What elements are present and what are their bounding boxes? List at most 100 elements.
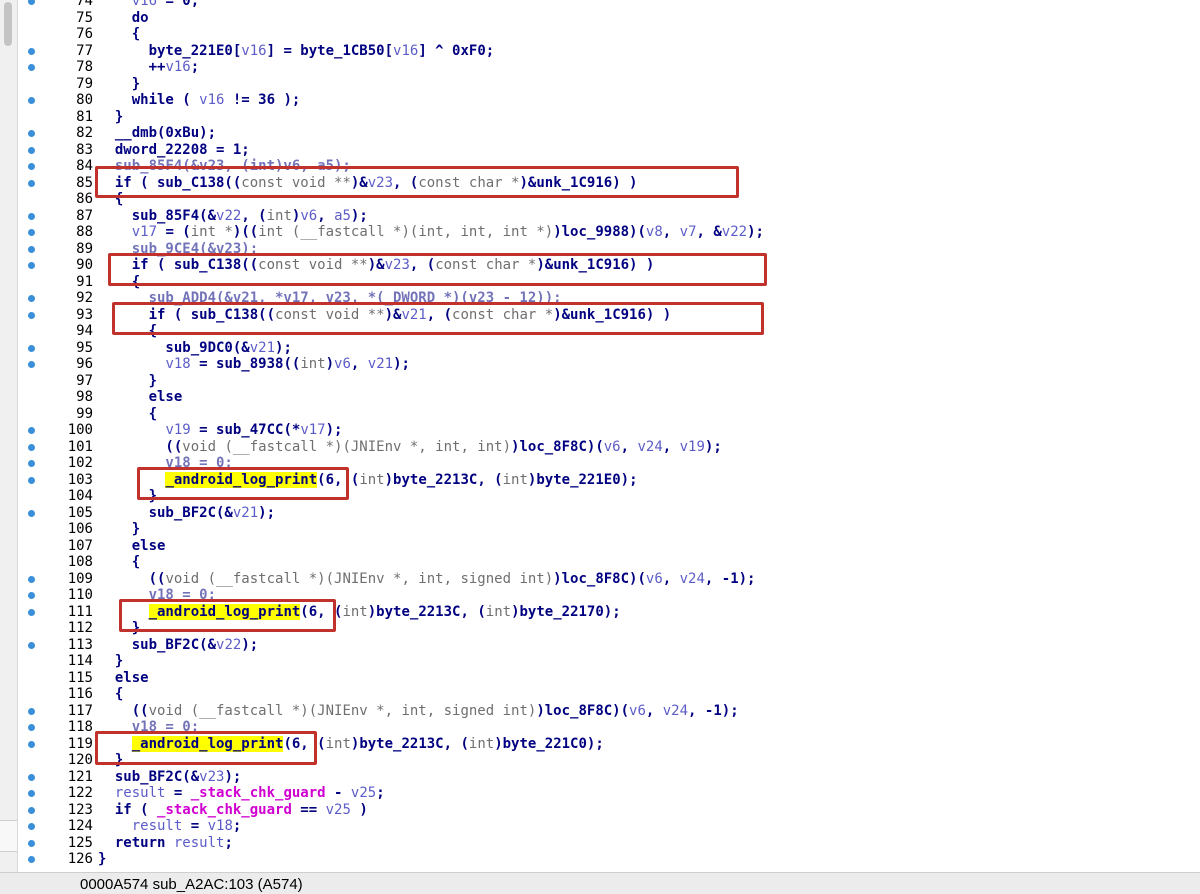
code-line[interactable]: 90 if ( sub_C138((const void **)&v23, (c… <box>18 257 1200 274</box>
code-text: sub_9CE4(&v23); <box>98 241 258 258</box>
breakpoint-dot-icon[interactable] <box>28 295 35 302</box>
breakpoint-dot-icon[interactable] <box>28 707 35 715</box>
code-line[interactable]: 110 v18 = 0; <box>18 587 1200 604</box>
code-line[interactable]: 89 sub_9CE4(&v23); <box>18 241 1200 258</box>
code-line[interactable]: 79 } <box>18 76 1200 93</box>
code-line[interactable]: 98 else <box>18 389 1200 406</box>
code-line[interactable]: 115 else <box>18 670 1200 687</box>
code-line[interactable]: 106 } <box>18 521 1200 538</box>
code-line[interactable]: 122 result = _stack_chk_guard - v25; <box>18 785 1200 802</box>
breakpoint-dot-icon[interactable] <box>28 262 35 269</box>
breakpoint-dot-icon[interactable] <box>28 509 35 517</box>
code-token: ); <box>393 356 410 372</box>
code-line[interactable]: 91 { <box>18 274 1200 291</box>
pseudocode-view[interactable]: 74 v16 = 0; 75 do 76 {77 byte_221E0[v16] =… <box>18 0 1200 868</box>
breakpoint-dot-icon[interactable] <box>28 163 35 170</box>
breakpoint-dot-icon[interactable] <box>28 839 35 847</box>
code-line[interactable]: 118 v18 = 0; <box>18 719 1200 736</box>
breakpoint-dot-icon[interactable] <box>28 212 35 220</box>
breakpoint-dot-icon[interactable] <box>28 443 35 451</box>
code-line[interactable]: 75 do <box>18 10 1200 27</box>
breakpoint-dot-icon[interactable] <box>28 608 35 616</box>
breakpoint-dot-icon[interactable] <box>28 47 35 55</box>
code-token: int <box>502 471 528 488</box>
code-line[interactable]: 87 sub_85F4(&v22, (int)v6, a5); <box>18 208 1200 225</box>
breakpoint-dot-icon[interactable] <box>28 460 35 467</box>
code-line[interactable]: 77 byte_221E0[v16] = byte_1CB50[v16] ^ 0… <box>18 43 1200 60</box>
breakpoint-dot-icon[interactable] <box>28 592 35 599</box>
breakpoint-dot-icon[interactable] <box>28 311 35 319</box>
code-line[interactable]: 120 } <box>18 752 1200 769</box>
code-line[interactable]: 119 _android_log_print(6, (int)byte_2213… <box>18 735 1200 753</box>
breakpoint-dot-icon[interactable] <box>28 823 35 830</box>
code-text: do <box>98 10 149 27</box>
breakpoint-dot-icon[interactable] <box>28 229 35 236</box>
code-line[interactable]: 102 v18 = 0; <box>18 455 1200 472</box>
code-line[interactable]: 103 _android_log_print(6, (int)byte_2213… <box>18 471 1200 489</box>
code-line[interactable]: 80 while ( v16 != 36 ); <box>18 92 1200 109</box>
code-line[interactable]: 117 ((void (__fastcall *)(JNIEnv *, int,… <box>18 703 1200 720</box>
code-line[interactable]: 96 v18 = sub_8938((int)v6, v21); <box>18 356 1200 373</box>
code-line[interactable]: 93 if ( sub_C138((const void **)&v21, (c… <box>18 307 1200 324</box>
breakpoint-dot-icon[interactable] <box>28 806 35 814</box>
code-line[interactable]: 114 } <box>18 653 1200 670</box>
line-number: 108 <box>67 554 93 570</box>
code-line[interactable]: 125 return result; <box>18 835 1200 852</box>
code-line[interactable]: 78 ++v16; <box>18 59 1200 76</box>
code-line[interactable]: 100 v19 = sub_47CC(*v17); <box>18 422 1200 439</box>
code-line[interactable]: 76 { <box>18 26 1200 43</box>
code-line[interactable]: 83 dword_22208 = 1; <box>18 142 1200 159</box>
code-line[interactable]: 113 sub_BF2C(&v22); <box>18 637 1200 654</box>
breakpoint-dot-icon[interactable] <box>28 575 35 583</box>
code-line[interactable]: 104 } <box>18 488 1200 505</box>
breakpoint-dot-icon[interactable] <box>28 64 35 71</box>
code-line[interactable]: 109 ((void (__fastcall *)(JNIEnv *, int,… <box>18 571 1200 588</box>
breakpoint-dot-icon[interactable] <box>28 179 35 187</box>
code-line[interactable]: 92 sub_ADD4(&v21, *v17, v23, *(_DWORD *)… <box>18 290 1200 307</box>
code-line[interactable]: 88 v17 = (int *)((int (__fastcall *)(int… <box>18 224 1200 241</box>
breakpoint-dot-icon[interactable] <box>28 130 35 137</box>
breakpoint-dot-icon[interactable] <box>28 740 35 748</box>
breakpoint-dot-icon[interactable] <box>28 427 35 434</box>
code-token: int <box>266 207 292 224</box>
breakpoint-dot-icon[interactable] <box>28 790 35 797</box>
code-line[interactable]: 97 } <box>18 373 1200 390</box>
vertical-scrollbar-thumb[interactable] <box>4 2 12 46</box>
code-token: )byte_221C0); <box>494 735 604 752</box>
breakpoint-dot-icon[interactable] <box>28 97 35 104</box>
code-line[interactable]: 108 { <box>18 554 1200 571</box>
code-line[interactable]: 112 } <box>18 620 1200 637</box>
breakpoint-dot-icon[interactable] <box>28 245 35 253</box>
breakpoint-dot-icon[interactable] <box>28 856 35 863</box>
code-line[interactable]: 85 if ( sub_C138((const void **)&v23, (c… <box>18 175 1200 192</box>
breakpoint-dot-icon[interactable] <box>28 361 35 368</box>
breakpoint-dot-icon[interactable] <box>28 344 35 352</box>
code-line[interactable]: 116 { <box>18 686 1200 703</box>
code-line[interactable]: 105 sub_BF2C(&v21); <box>18 505 1200 522</box>
breakpoint-dot-icon[interactable] <box>28 476 35 484</box>
code-token: v21 <box>232 504 259 521</box>
code-line[interactable]: 107 else <box>18 538 1200 555</box>
breakpoint-dot-icon[interactable] <box>28 641 35 649</box>
code-line[interactable]: 94 { <box>18 323 1200 340</box>
code-text: ((void (__fastcall *)(JNIEnv *, int, int… <box>98 439 721 456</box>
breakpoint-dot-icon[interactable] <box>28 146 35 154</box>
code-line[interactable]: 101 ((void (__fastcall *)(JNIEnv *, int,… <box>18 439 1200 456</box>
code-line[interactable]: 81 } <box>18 109 1200 126</box>
code-line[interactable]: 123 if ( _stack_chk_guard == v25 ) <box>18 802 1200 819</box>
code-line[interactable]: 124 result = v18; <box>18 818 1200 835</box>
code-line[interactable]: 121 sub_BF2C(&v23); <box>18 769 1200 786</box>
code-line[interactable]: 84 sub_85F4(&v23, (int)v6, a5); <box>18 158 1200 175</box>
code-token: } <box>98 75 141 92</box>
line-number: 76 <box>76 26 93 42</box>
code-line[interactable]: 99 { <box>18 406 1200 423</box>
code-line[interactable]: 126} <box>18 851 1200 868</box>
code-line[interactable]: 95 sub_9DC0(&v21); <box>18 340 1200 357</box>
code-line[interactable]: 82 __dmb(0xBu); <box>18 125 1200 142</box>
breakpoint-dot-icon[interactable] <box>28 773 35 781</box>
breakpoint-dot-icon[interactable] <box>28 0 35 5</box>
code-line[interactable]: 74 v16 = 0; <box>18 0 1200 10</box>
code-line[interactable]: 111 _android_log_print(6, (int)byte_2213… <box>18 603 1200 621</box>
code-line[interactable]: 86 { <box>18 191 1200 208</box>
breakpoint-dot-icon[interactable] <box>28 724 35 731</box>
